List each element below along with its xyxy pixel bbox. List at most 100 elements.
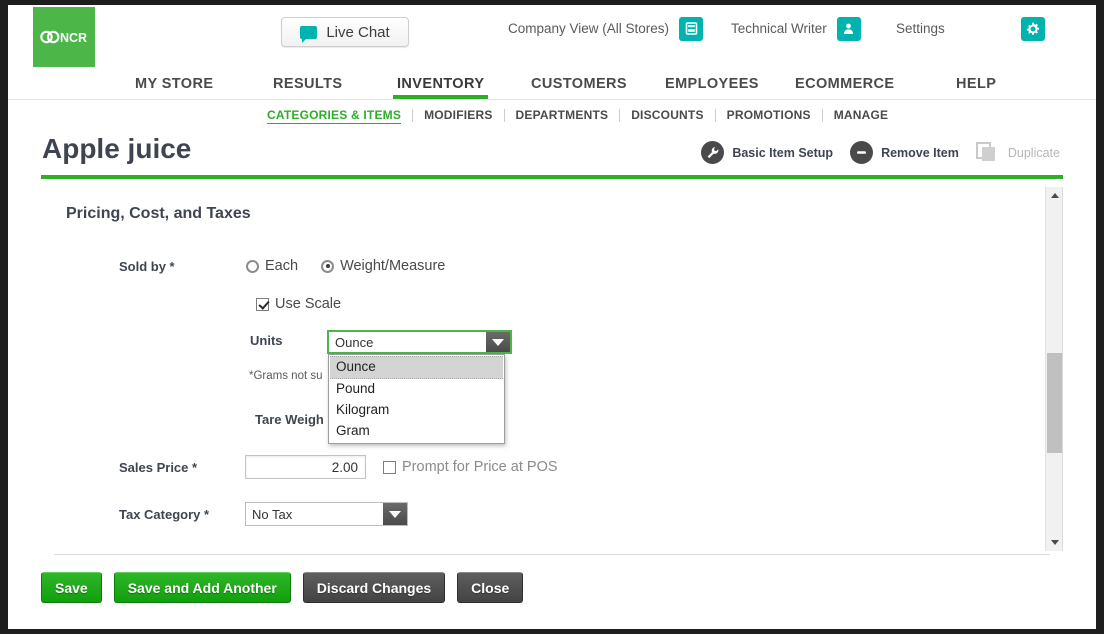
sold-by-each-label[interactable]: Each — [265, 258, 298, 274]
basic-item-setup-action[interactable]: Basic Item Setup — [701, 141, 833, 164]
nav-item-ecommerce[interactable]: ECOMMERCE — [795, 76, 894, 99]
subnav-separator — [619, 108, 621, 122]
svg-text:NCR: NCR — [60, 31, 87, 45]
subnav-item-discounts[interactable]: DISCOUNTS — [631, 107, 703, 123]
company-view-label: Company View (All Stores) — [508, 21, 670, 36]
sub-navigation: CATEGORIES & ITEMS MODIFIERS DEPARTMENTS… — [8, 100, 1096, 131]
use-scale-row: Use Scale — [256, 296, 341, 312]
nav-item-employees[interactable]: EMPLOYEES — [665, 76, 759, 99]
subnav-separator — [503, 108, 505, 122]
caret-down-icon — [1050, 540, 1059, 545]
grams-note: *Grams not su — [249, 370, 323, 382]
sold-by-weight-radio[interactable] — [321, 259, 335, 273]
remove-item-action[interactable]: Remove Item — [850, 141, 959, 164]
save-and-add-another-button[interactable]: Save and Add Another — [113, 572, 291, 603]
sales-price-input[interactable]: 2.00 — [245, 455, 366, 479]
footer-buttons: Save Save and Add Another Discard Change… — [41, 572, 524, 603]
prompt-for-price-checkbox[interactable] — [383, 460, 396, 474]
remove-item-label: Remove Item — [881, 145, 959, 160]
nav-item-results[interactable]: RESULTS — [273, 76, 342, 99]
chevron-down-icon[interactable] — [486, 332, 510, 352]
subnav-item-departments[interactable]: DEPARTMENTS — [516, 107, 609, 123]
app-header: NCR Live Chat Company View (All Stores) — [8, 5, 1096, 68]
units-option-pound[interactable]: Pound — [330, 379, 503, 400]
sales-price-label: Sales Price * — [119, 459, 198, 475]
app-page: NCR Live Chat Company View (All Stores) — [8, 5, 1096, 629]
sold-by-each-radio[interactable] — [246, 259, 259, 273]
nav-item-inventory[interactable]: INVENTORY — [392, 76, 489, 99]
subnav-item-promotions[interactable]: PROMOTIONS — [727, 107, 811, 123]
sold-by-label: Sold by * — [119, 258, 175, 274]
wrench-glyph — [707, 147, 719, 159]
settings-label: Settings — [896, 21, 945, 36]
chevron-down-glyph — [389, 510, 401, 518]
tax-category-value: No Tax — [252, 506, 293, 522]
section-title: Pricing, Cost, and Taxes — [66, 205, 251, 222]
scroll-up-button[interactable] — [1046, 187, 1063, 204]
save-button[interactable]: Save — [41, 572, 102, 603]
nav-item-help[interactable]: HELP — [956, 76, 996, 99]
form-panel: Pricing, Cost, and Taxes Sold by * Each … — [41, 187, 1063, 551]
duplicate-glyph — [975, 142, 995, 161]
store-icon[interactable] — [679, 16, 704, 41]
gear-glyph — [1026, 22, 1039, 35]
subnav-separator — [821, 108, 823, 122]
subnav-item-categories-items[interactable]: CATEGORIES & ITEMS — [267, 107, 402, 124]
minus-circle-icon — [850, 141, 874, 164]
caret-up-icon — [1050, 193, 1059, 198]
minus-glyph — [857, 151, 867, 154]
user-icon[interactable] — [836, 16, 861, 41]
tax-category-select[interactable]: No Tax — [245, 502, 408, 526]
page-title: Apple juice — [42, 133, 192, 164]
chevron-down-glyph — [492, 338, 504, 346]
prompt-for-price-label[interactable]: Prompt for Price at POS — [402, 459, 558, 475]
nav-item-my-store[interactable]: MY STORE — [135, 76, 213, 99]
duplicate-label: Duplicate — [1007, 145, 1060, 160]
main-navigation: MY STORE RESULTS INVENTORY CUSTOMERS EMP… — [8, 68, 1096, 100]
scrollbar-thumb[interactable] — [1047, 353, 1062, 453]
units-row: Units — [250, 333, 327, 348]
subnav-separator — [412, 108, 414, 122]
units-select[interactable]: Ounce — [327, 330, 512, 354]
company-view-group[interactable]: Company View (All Stores) — [508, 5, 704, 52]
user-group[interactable]: Technical Writer — [731, 5, 861, 52]
settings-group[interactable]: Settings — [896, 5, 1045, 52]
sales-price-row: Sales Price * 2.00 Prompt for Price at P… — [119, 455, 558, 479]
close-button[interactable]: Close — [457, 572, 524, 603]
page-title-bar: Apple juice Basic Item Setup Remove Item… — [8, 131, 1096, 179]
use-scale-label[interactable]: Use Scale — [275, 296, 341, 312]
units-option-gram[interactable]: Gram — [330, 421, 503, 442]
discard-changes-button[interactable]: Discard Changes — [302, 572, 446, 603]
units-label: Units — [250, 333, 283, 348]
title-underline — [41, 175, 1063, 179]
footer-divider — [54, 554, 1050, 555]
chat-bubble-icon — [300, 25, 318, 43]
units-option-kilogram[interactable]: Kilogram — [330, 400, 503, 421]
subnav-separator — [714, 108, 716, 122]
nav-item-customers[interactable]: CUSTOMERS — [531, 76, 627, 99]
live-chat-button[interactable]: Live Chat — [281, 17, 409, 47]
units-select-options[interactable]: Ounce Pound Kilogram Gram — [328, 354, 505, 444]
duplicate-action[interactable]: Duplicate — [975, 141, 1060, 164]
screenshot-root: NCR Live Chat Company View (All Stores) — [0, 0, 1104, 634]
duplicate-icon — [975, 141, 1000, 164]
subnav-item-modifiers[interactable]: MODIFIERS — [424, 107, 492, 123]
units-option-ounce[interactable]: Ounce — [330, 356, 503, 379]
tax-category-label: Tax Category * — [119, 506, 210, 522]
user-label: Technical Writer — [731, 21, 827, 36]
scroll-down-button[interactable] — [1046, 534, 1063, 551]
basic-item-setup-label: Basic Item Setup — [732, 145, 834, 160]
ncr-logo-mark: NCR — [40, 30, 87, 45]
chevron-down-icon[interactable] — [383, 503, 407, 525]
tare-weight-label: Tare Weigh — [255, 412, 324, 427]
subnav-item-manage[interactable]: MANAGE — [834, 107, 889, 123]
sold-by-weight-label[interactable]: Weight/Measure — [340, 258, 445, 274]
sold-by-row: Sold by * Each Weight/Measure — [119, 258, 445, 274]
main-navigation-items: MY STORE RESULTS INVENTORY CUSTOMERS EMP… — [8, 68, 1096, 99]
ncr-logo[interactable]: NCR — [33, 7, 95, 67]
page-actions: Basic Item Setup Remove Item Duplicate — [701, 141, 1060, 164]
panel-scrollbar[interactable] — [1045, 187, 1062, 551]
tare-weight-row: Tare Weigh — [255, 412, 324, 427]
use-scale-checkbox[interactable] — [256, 297, 269, 311]
gear-icon[interactable] — [1020, 16, 1045, 41]
